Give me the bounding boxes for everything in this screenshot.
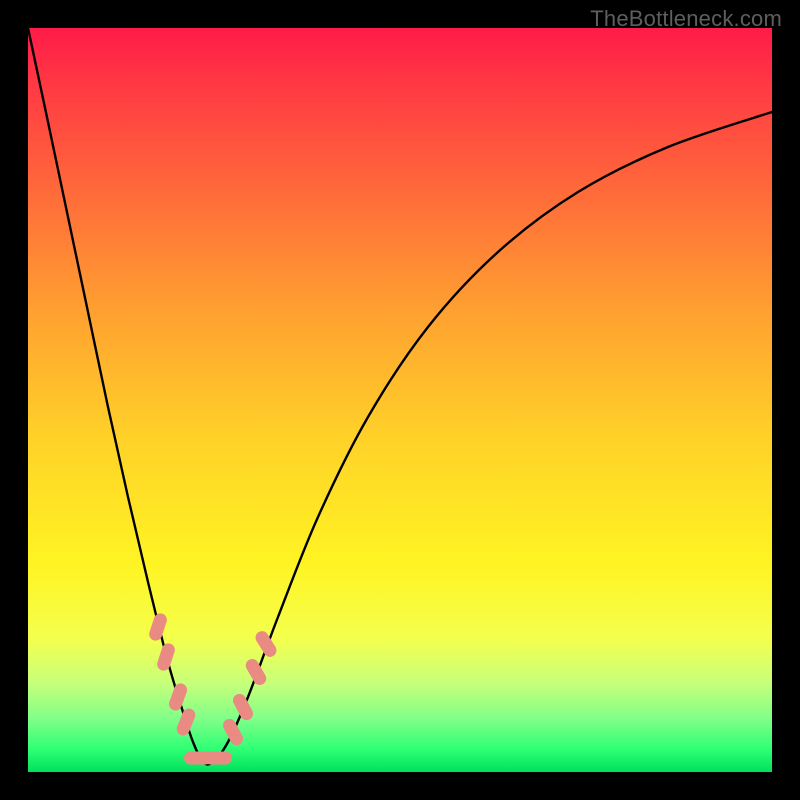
marker-lozenge bbox=[221, 717, 246, 748]
marker-lozenge bbox=[155, 642, 176, 673]
bottleneck-curve bbox=[28, 28, 772, 765]
marker-lozenge bbox=[243, 657, 268, 688]
marker-lozenge bbox=[175, 707, 198, 738]
curve-svg bbox=[28, 28, 772, 772]
marker-lozenge bbox=[231, 692, 256, 723]
marker-lozenge bbox=[253, 629, 279, 660]
frame-background: TheBottleneck.com bbox=[0, 0, 800, 800]
plot-area bbox=[28, 28, 772, 772]
marker-lozenge bbox=[204, 752, 232, 765]
marker-lozenge bbox=[167, 682, 189, 713]
highlight-markers bbox=[147, 612, 278, 765]
marker-lozenge bbox=[147, 612, 168, 643]
curve-line bbox=[28, 28, 772, 765]
